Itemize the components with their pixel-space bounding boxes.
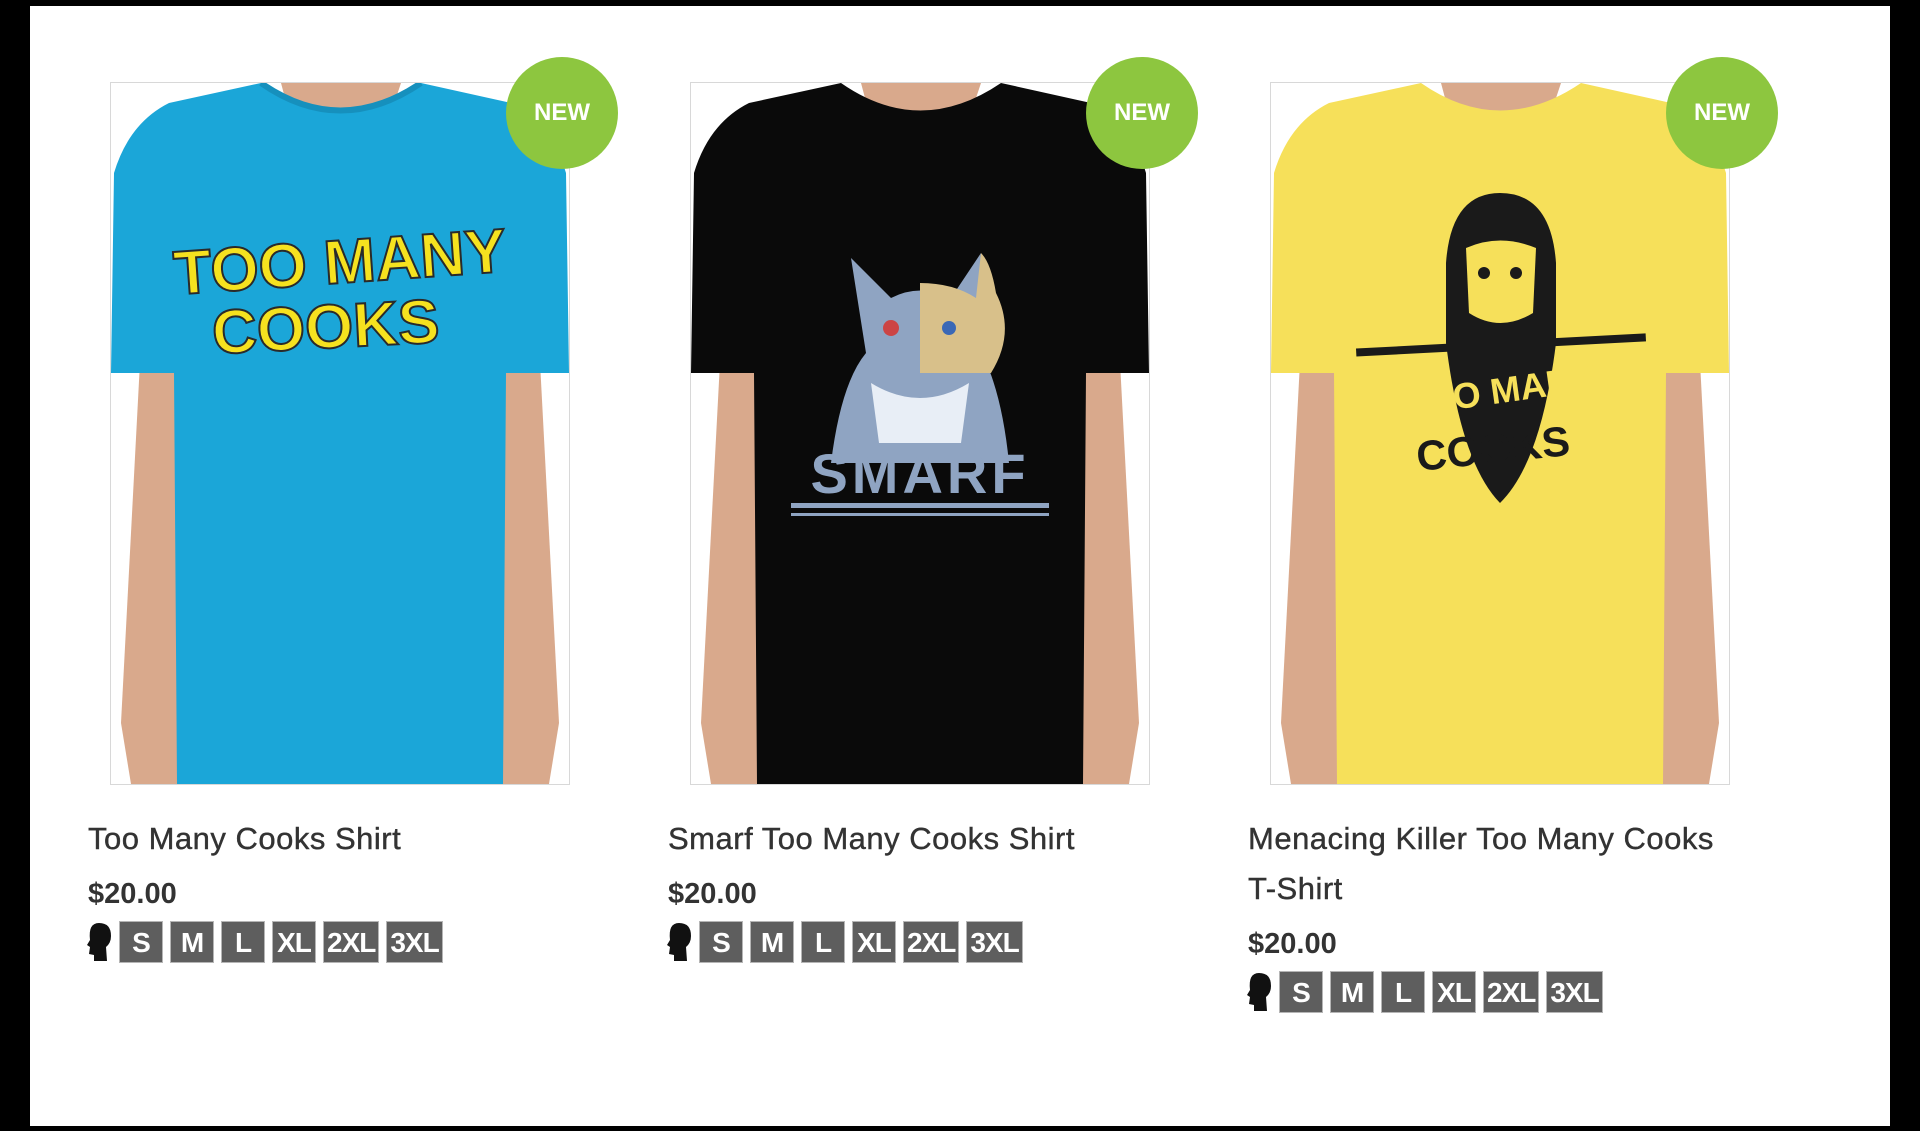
shirt-graphic-line-1: SMARF xyxy=(810,442,1029,505)
size-option-l[interactable]: L xyxy=(1381,971,1425,1013)
size-option-m[interactable]: M xyxy=(170,921,214,963)
shirt-image: TOO MANY COOKS xyxy=(1271,83,1729,784)
shirt-image: SMARF xyxy=(691,83,1149,784)
product-image[interactable]: SMARF xyxy=(690,82,1150,785)
product-title[interactable]: Smarf Too Many Cooks Shirt xyxy=(668,814,1168,864)
size-list: S M L XL 2XL 3XL xyxy=(86,921,443,963)
size-list: S M L XL 2XL 3XL xyxy=(1246,971,1603,1013)
size-option-xl[interactable]: XL xyxy=(852,921,896,963)
size-option-3xl[interactable]: 3XL xyxy=(386,921,443,963)
size-option-s[interactable]: S xyxy=(119,921,163,963)
size-option-2xl[interactable]: 2XL xyxy=(1483,971,1540,1013)
size-option-2xl[interactable]: 2XL xyxy=(323,921,380,963)
product-price: $20.00 xyxy=(88,878,177,910)
head-silhouette-icon xyxy=(667,923,691,961)
size-option-3xl[interactable]: 3XL xyxy=(966,921,1023,963)
product-image[interactable]: TOO MANY COOKS xyxy=(1270,82,1730,785)
new-badge: NEW xyxy=(506,57,618,169)
product-grid: TOO MANY COOKS NEW Too Many Cooks Shirt … xyxy=(30,6,1890,1126)
size-option-m[interactable]: M xyxy=(1330,971,1374,1013)
size-option-l[interactable]: L xyxy=(801,921,845,963)
product-image[interactable]: TOO MANY COOKS xyxy=(110,82,570,785)
size-option-s[interactable]: S xyxy=(699,921,743,963)
size-option-s[interactable]: S xyxy=(1279,971,1323,1013)
product-price: $20.00 xyxy=(1248,928,1337,960)
shirt-graphic-line-2: COOKS xyxy=(210,287,441,368)
new-badge: NEW xyxy=(1086,57,1198,169)
size-option-m[interactable]: M xyxy=(750,921,794,963)
head-silhouette-icon xyxy=(87,923,111,961)
product-title[interactable]: Menacing Killer Too Many Cooks T-Shirt xyxy=(1248,814,1748,914)
size-option-l[interactable]: L xyxy=(221,921,265,963)
size-option-2xl[interactable]: 2XL xyxy=(903,921,960,963)
product-price: $20.00 xyxy=(668,878,757,910)
size-option-xl[interactable]: XL xyxy=(1432,971,1476,1013)
product-title[interactable]: Too Many Cooks Shirt xyxy=(88,814,588,864)
size-option-xl[interactable]: XL xyxy=(272,921,316,963)
head-silhouette-icon xyxy=(1247,973,1271,1011)
size-list: S M L XL 2XL 3XL xyxy=(666,921,1023,963)
new-badge: NEW xyxy=(1666,57,1778,169)
size-option-3xl[interactable]: 3XL xyxy=(1546,971,1603,1013)
shirt-image: TOO MANY COOKS xyxy=(111,83,569,784)
